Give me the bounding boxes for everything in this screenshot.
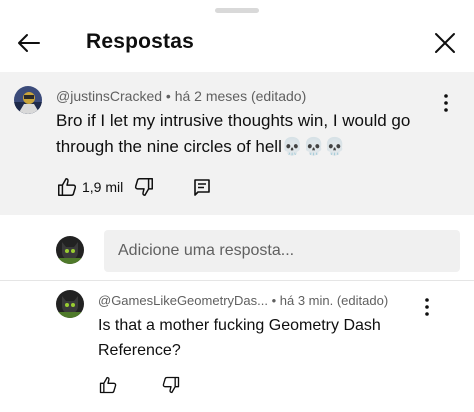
close-icon bbox=[435, 33, 455, 53]
dislike-button[interactable] bbox=[133, 176, 155, 198]
reply-author[interactable]: @GamesLikeGeometryDas... bbox=[98, 293, 268, 308]
avatar[interactable] bbox=[14, 86, 42, 114]
more-vertical-icon bbox=[425, 298, 429, 316]
reply-button[interactable] bbox=[192, 177, 212, 197]
page-title: Respostas bbox=[86, 30, 195, 53]
divider bbox=[0, 280, 474, 281]
replies-header: Respostas bbox=[0, 18, 474, 70]
reply-avatar[interactable] bbox=[56, 290, 84, 318]
reply-more-button[interactable] bbox=[418, 296, 436, 318]
reply-dislike-button[interactable] bbox=[161, 375, 181, 395]
reply-text: Is that a mother fucking Geometry Dash R… bbox=[98, 317, 381, 359]
back-button[interactable] bbox=[14, 28, 44, 58]
comment-icon bbox=[194, 179, 210, 196]
reply-like-button[interactable] bbox=[98, 375, 118, 395]
reply-time: • há 3 min. (editado) bbox=[267, 293, 389, 308]
comment-time: • há 2 meses (editado) bbox=[162, 88, 307, 104]
reply-input-row bbox=[0, 226, 474, 280]
thumb-up-icon bbox=[58, 178, 77, 196]
thumb-up-icon bbox=[99, 376, 117, 394]
thumb-down-icon bbox=[162, 376, 180, 394]
reply-input[interactable] bbox=[104, 230, 460, 272]
thumb-down-icon bbox=[134, 178, 153, 196]
comment-author[interactable]: @justinsCracked bbox=[56, 88, 162, 104]
like-count: 1,9 mil bbox=[82, 179, 124, 195]
user-avatar[interactable] bbox=[56, 236, 84, 264]
parent-comment: @justinsCracked • há 2 meses (editado) B… bbox=[0, 72, 474, 215]
sheet-drag-handle[interactable] bbox=[215, 8, 259, 13]
comment-text: Bro if I let my intrusive thoughts win, … bbox=[56, 111, 411, 156]
comment-meta: @justinsCracked • há 2 meses (editado) bbox=[56, 88, 306, 104]
like-button[interactable] bbox=[56, 176, 78, 198]
arrow-left-icon bbox=[18, 34, 40, 52]
close-button[interactable] bbox=[430, 28, 460, 58]
reply-meta: @GamesLikeGeometryDas... • há 3 min. (ed… bbox=[98, 293, 388, 308]
